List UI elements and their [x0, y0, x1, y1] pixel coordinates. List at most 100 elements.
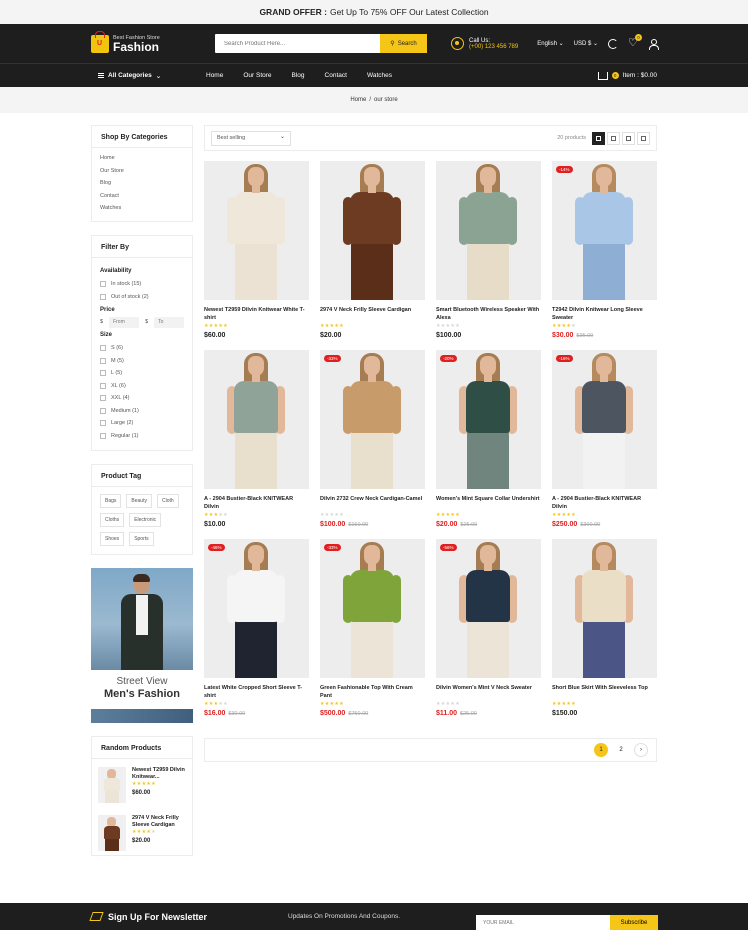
search-button[interactable]: ⚲ Search	[380, 34, 427, 53]
product-name[interactable]: Newest T2959 Dilvin Knitwear White T-shi…	[204, 306, 309, 323]
size-option[interactable]: L (5)	[100, 367, 184, 380]
random-product-item[interactable]: 2974 V Neck Frilly Sleeve Cardigan ★★★★★ $…	[92, 807, 192, 855]
size-option[interactable]: Regular (1)	[100, 429, 184, 442]
product-card[interactable]: 2974 V Neck Frilly Sleeve Cardigan ★★★★★ $…	[320, 161, 425, 350]
category-link[interactable]: Home	[100, 152, 184, 165]
all-categories-dropdown[interactable]: All Categories ⌄	[98, 72, 206, 80]
product-card[interactable]: Short Blue Skirt With Sleeveless Top ★★★★…	[552, 539, 657, 728]
product-name[interactable]: Short Blue Skirt With Sleeveless Top	[552, 684, 657, 701]
tag-chip[interactable]: Cloths	[100, 512, 125, 527]
tag-chip[interactable]: Bags	[100, 493, 122, 508]
product-image[interactable]: -16%	[552, 350, 657, 489]
tag-chip[interactable]: Electronic	[129, 512, 162, 527]
page-1-button[interactable]: 1	[594, 743, 608, 757]
product-card[interactable]: -33% Dilvin 2732 Crew Neck Cardigan-Camel…	[320, 350, 425, 539]
contact-phone[interactable]: (+00) 123 456 789	[469, 44, 518, 50]
checkbox[interactable]	[100, 432, 106, 439]
cart-button[interactable]: 0 Item : $0.00	[597, 71, 657, 80]
nav-contact[interactable]: Contact	[325, 72, 347, 79]
checkbox[interactable]	[100, 357, 106, 364]
language-select[interactable]: English	[537, 40, 563, 47]
next-page-button[interactable]: ›	[634, 743, 648, 757]
checkbox[interactable]	[100, 293, 106, 300]
nav-watches[interactable]: Watches	[367, 72, 392, 79]
promo-banner[interactable]: Street View Men's Fashion	[91, 567, 193, 723]
checkbox[interactable]	[100, 395, 106, 402]
category-link[interactable]: Blog	[100, 177, 184, 190]
subscribe-button[interactable]: Subscribe	[610, 915, 658, 930]
sort-select[interactable]: Best selling	[211, 130, 291, 146]
product-card[interactable]: -33% Green Fashionable Top With Cream Pan…	[320, 539, 425, 728]
size-option[interactable]: S (6)	[100, 342, 184, 355]
logo[interactable]: Best Fashion Store Fashion	[91, 30, 215, 53]
product-name[interactable]: Dilvin Women's Mint V Neck Sweater	[436, 684, 541, 701]
product-image[interactable]: -33%	[320, 539, 425, 678]
product-name[interactable]: T2942 Dilvin Knitwear Long Sleeve Sweate…	[552, 306, 657, 323]
product-image[interactable]	[204, 350, 309, 489]
product-name[interactable]: Women's Mint Square Collar Undershirt	[436, 495, 541, 512]
breadcrumb-home[interactable]: Home	[350, 97, 366, 103]
product-card[interactable]: -20% Women's Mint Square Collar Undershir…	[436, 350, 541, 539]
category-link[interactable]: Our Store	[100, 165, 184, 178]
checkbox[interactable]	[100, 370, 106, 377]
category-link[interactable]: Contact	[100, 190, 184, 203]
product-name[interactable]: A - 2904 Bustier-Black KNITWEAR Dilvin	[552, 495, 657, 512]
tag-chip[interactable]: Sports	[129, 531, 154, 546]
checkbox[interactable]	[100, 382, 106, 389]
product-image[interactable]: -20%	[436, 350, 541, 489]
product-image[interactable]	[204, 161, 309, 300]
newsletter-email-input[interactable]	[476, 915, 610, 930]
product-card[interactable]: A - 2904 Bustier-Black KNITWEAR Dilvin ★★…	[204, 350, 309, 539]
product-name[interactable]: Latest White Cropped Short Sleeve T-shir…	[204, 684, 309, 701]
product-card[interactable]: Smart Bluetooth Wireless Speaker With Al…	[436, 161, 541, 350]
currency-select[interactable]: USD $	[574, 40, 598, 47]
random-product-item[interactable]: Newest T2959 Dilvin Knitwear... ★★★★★ $60.…	[92, 759, 192, 807]
nav-blog[interactable]: Blog	[292, 72, 305, 79]
random-product-name[interactable]: 2974 V Neck Frilly Sleeve Cardigan	[132, 815, 186, 829]
size-option[interactable]: XXL (4)	[100, 392, 184, 405]
size-option[interactable]: Medium (1)	[100, 404, 184, 417]
checkbox[interactable]	[100, 407, 106, 414]
product-card[interactable]: Newest T2959 Dilvin Knitwear White T-shi…	[204, 161, 309, 350]
view-list-button[interactable]	[637, 131, 650, 145]
checkbox[interactable]	[100, 420, 106, 427]
product-image[interactable]: -56%	[436, 539, 541, 678]
user-icon[interactable]	[648, 38, 659, 50]
tag-chip[interactable]: Beauty	[126, 493, 152, 508]
nav-our-store[interactable]: Our Store	[243, 72, 271, 79]
search-input[interactable]	[215, 34, 380, 53]
view-grid-3-button[interactable]	[607, 131, 620, 145]
size-option[interactable]: XL (6)	[100, 379, 184, 392]
view-grid-2-button[interactable]	[622, 131, 635, 145]
tag-chip[interactable]: Shoes	[100, 531, 125, 546]
product-image[interactable]: -33%	[320, 350, 425, 489]
availability-option[interactable]: In stock (15)	[100, 278, 184, 291]
compare-icon[interactable]	[608, 38, 618, 49]
random-product-name[interactable]: Newest T2959 Dilvin Knitwear...	[132, 767, 186, 781]
product-card[interactable]: -14% T2942 Dilvin Knitwear Long Sleeve Sw…	[552, 161, 657, 350]
product-image[interactable]: -46%	[204, 539, 309, 678]
checkbox[interactable]	[100, 281, 106, 288]
product-name[interactable]: Smart Bluetooth Wireless Speaker With Al…	[436, 306, 541, 323]
product-card[interactable]: -16% A - 2904 Bustier-Black KNITWEAR Dilv…	[552, 350, 657, 539]
wishlist-icon[interactable]: 0	[628, 33, 642, 49]
category-link[interactable]: Watches	[100, 202, 184, 215]
tag-chip[interactable]: Cloth	[156, 493, 179, 508]
product-image[interactable]: -14%	[552, 161, 657, 300]
checkbox[interactable]	[100, 345, 106, 352]
price-from-input[interactable]	[109, 316, 140, 328]
product-image[interactable]	[320, 161, 425, 300]
product-name[interactable]: Dilvin 2732 Crew Neck Cardigan-Camel	[320, 495, 425, 512]
product-image[interactable]	[436, 161, 541, 300]
product-name[interactable]: A - 2904 Bustier-Black KNITWEAR Dilvin	[204, 495, 309, 512]
product-card[interactable]: -46% Latest White Cropped Short Sleeve T-…	[204, 539, 309, 728]
product-name[interactable]: Green Fashionable Top With Cream Pant	[320, 684, 425, 701]
view-grid-4-button[interactable]	[592, 131, 605, 145]
availability-option[interactable]: Out of stock (2)	[100, 290, 184, 303]
page-2-button[interactable]: 2	[614, 743, 628, 757]
product-card[interactable]: -56% Dilvin Women's Mint V Neck Sweater ★★…	[436, 539, 541, 728]
nav-home[interactable]: Home	[206, 72, 223, 79]
product-name[interactable]: 2974 V Neck Frilly Sleeve Cardigan	[320, 306, 425, 323]
size-option[interactable]: Large (2)	[100, 417, 184, 430]
price-to-input[interactable]	[154, 316, 185, 328]
